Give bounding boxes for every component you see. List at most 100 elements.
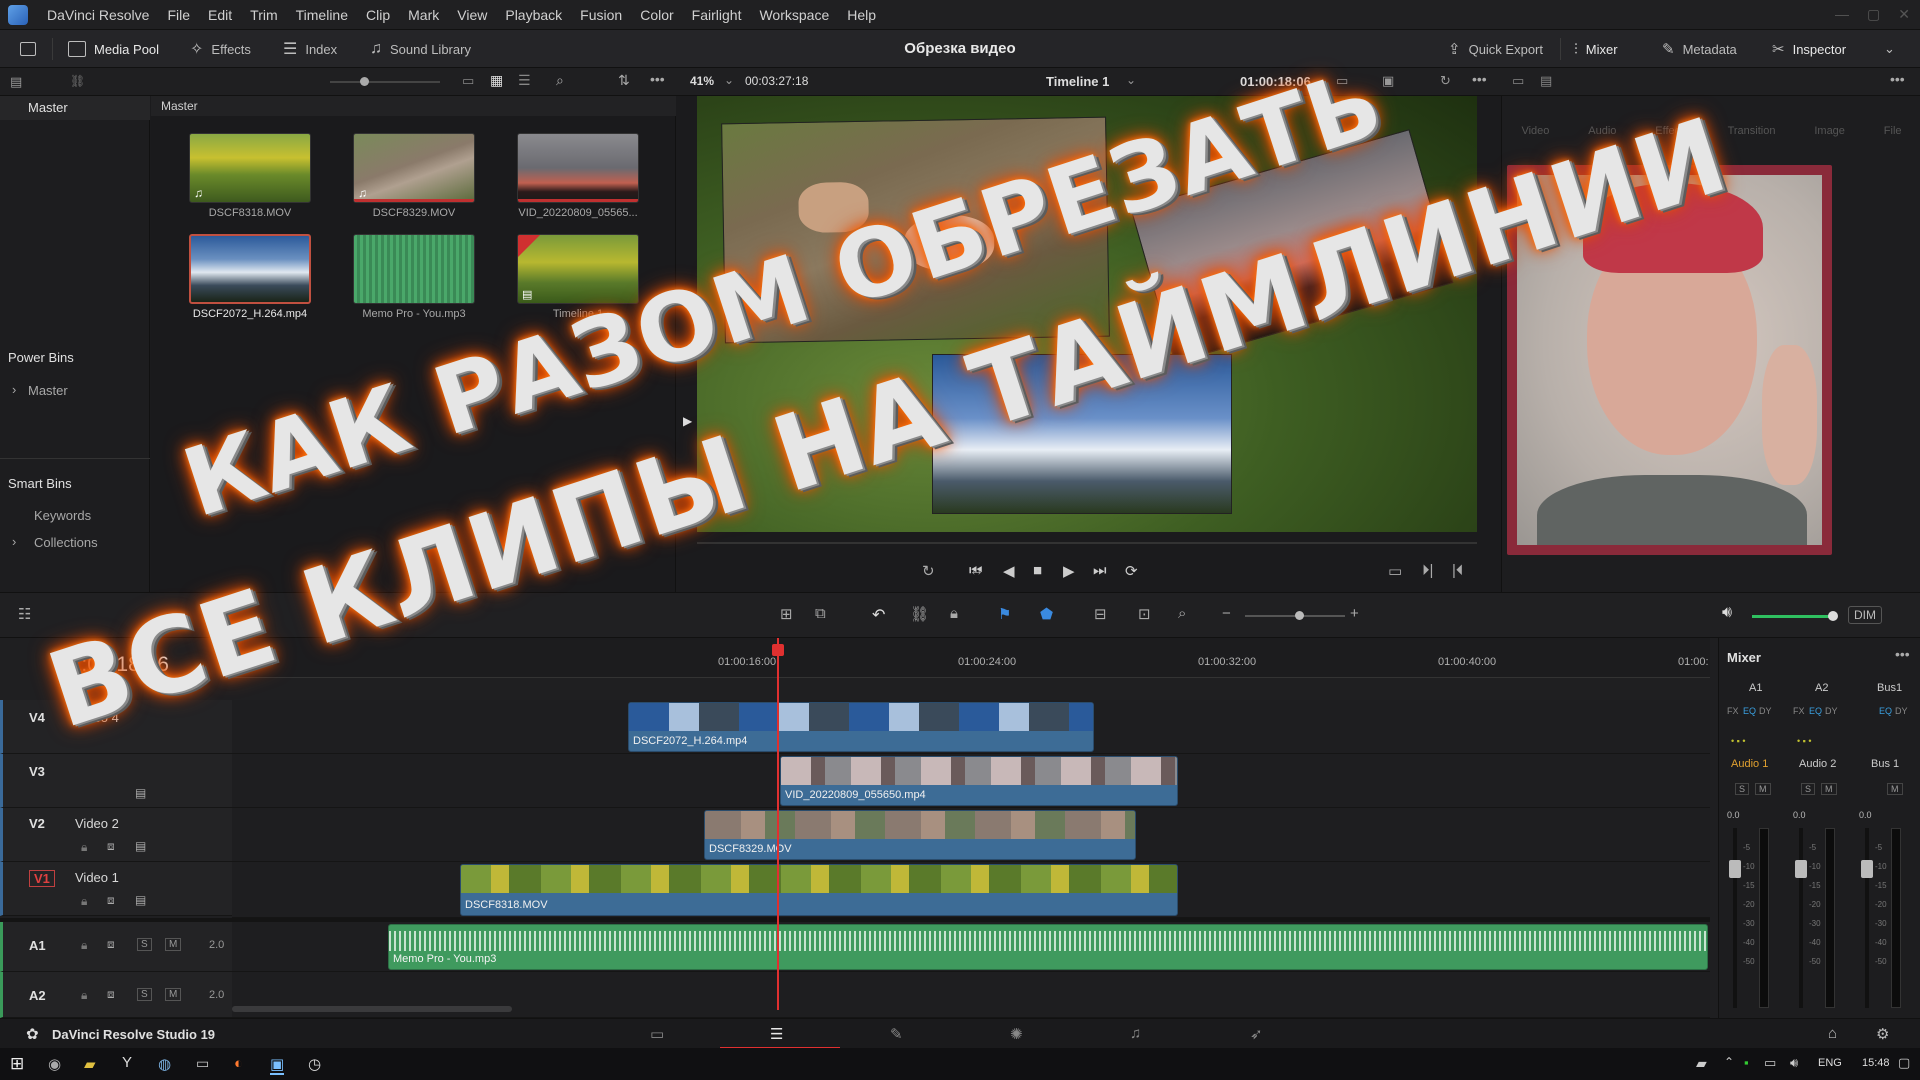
media-clip-selected[interactable]: DSCF2072_H.264.mp4 — [189, 234, 311, 320]
mixer-button[interactable]: ⫶ Mixer — [1574, 30, 1618, 68]
pan-indicator[interactable]: • ▪ • — [1797, 736, 1812, 746]
volume-handle[interactable] — [1828, 611, 1838, 621]
media-clip[interactable]: VID_20220809_05565... — [517, 133, 639, 219]
lock-track-icon[interactable]: 🔒︎ — [81, 988, 87, 1003]
tab-video[interactable]: Video — [1521, 125, 1549, 137]
menu-edit[interactable]: Edit — [199, 7, 241, 23]
workspace-toggle-button[interactable] — [20, 30, 36, 68]
fader-track[interactable] — [1733, 828, 1737, 1008]
dy-label[interactable]: DY — [1895, 706, 1908, 716]
inspector-layout-icon[interactable]: ▤ — [1540, 73, 1552, 89]
media-pool-button[interactable]: Media Pool — [68, 30, 159, 68]
timeline-selector[interactable]: Timeline 1 — [1046, 74, 1109, 89]
windows-start-icon[interactable]: ⊞ — [10, 1054, 24, 1074]
play-icon[interactable]: ▶ — [1063, 562, 1075, 580]
mute-button[interactable]: M — [165, 988, 182, 1001]
prev-edit-icon[interactable]: |⏴ — [1452, 562, 1463, 579]
master-volume-slider[interactable] — [1752, 611, 1838, 621]
zoom-custom-icon[interactable]: ⌕ — [1178, 605, 1186, 622]
thumbnail-view-icon[interactable]: ▦ — [490, 72, 503, 89]
menu-view[interactable]: View — [448, 7, 496, 23]
mixer-more-icon[interactable]: ••• — [1895, 646, 1910, 662]
bin-list-toggle-icon[interactable]: ▤ — [10, 74, 22, 90]
fx-label[interactable]: FX — [1793, 706, 1805, 716]
menu-help[interactable]: Help — [838, 7, 885, 23]
clock-app-icon[interactable]: ◷ — [308, 1055, 321, 1073]
fader-track[interactable] — [1799, 828, 1803, 1008]
timeline-options-icon[interactable]: ☷ — [18, 605, 31, 623]
slider-handle[interactable] — [360, 77, 369, 86]
snapping-icon[interactable]: ↶ — [872, 605, 885, 625]
tab-image[interactable]: Image — [1814, 125, 1845, 137]
film-icon[interactable]: ▤ — [135, 786, 146, 800]
inspector-button[interactable]: ✂ Inspector — [1772, 30, 1846, 68]
metadata-view-icon[interactable]: ▭ — [462, 73, 474, 89]
link-icon[interactable]: ⛓ — [70, 74, 85, 88]
match-frame-icon[interactable]: ▭ — [1388, 562, 1402, 580]
sound-library-button[interactable]: ♫ Sound Library — [370, 30, 471, 68]
fader-track[interactable] — [1865, 828, 1869, 1008]
dim-button[interactable]: DIM — [1848, 606, 1882, 624]
page-fairlight-icon[interactable]: ♫ — [1130, 1025, 1141, 1042]
collapse-panel-button[interactable]: ⌄ — [1884, 30, 1895, 68]
firefox-icon[interactable]: ◐ — [234, 1055, 243, 1072]
home-icon[interactable]: ⌂ — [1828, 1025, 1837, 1042]
fader-handle[interactable] — [1861, 860, 1873, 878]
go-to-start-icon[interactable]: ⏮ — [969, 562, 983, 579]
track-id-dest[interactable]: V1 — [29, 870, 55, 887]
solo-button[interactable]: S — [137, 988, 152, 1001]
more-options-icon[interactable]: ••• — [650, 71, 665, 87]
minimize-icon[interactable]: — — [1835, 6, 1849, 23]
link-clips-icon[interactable]: ⛓ — [910, 605, 929, 623]
menu-color[interactable]: Color — [631, 7, 682, 23]
menu-workspace[interactable]: Workspace — [750, 7, 838, 23]
zoom-slider-handle[interactable] — [1295, 611, 1304, 620]
menu-clip[interactable]: Clip — [357, 7, 399, 23]
fx-label[interactable]: FX — [1727, 706, 1739, 716]
marker-icon[interactable]: ⬟ — [1040, 605, 1053, 623]
menu-fairlight[interactable]: Fairlight — [683, 7, 751, 23]
viewer-more-icon[interactable]: ••• — [1472, 71, 1487, 87]
loop-playback-icon[interactable]: ⟳ — [1125, 562, 1138, 580]
auto-select-icon[interactable]: ⧈ — [107, 987, 115, 1002]
page-media-icon[interactable]: ▭ — [650, 1025, 664, 1043]
stop-icon[interactable]: ■ — [1033, 562, 1042, 579]
system-clock[interactable]: 15:48 — [1862, 1057, 1890, 1069]
maximize-icon[interactable]: ▢ — [1867, 6, 1880, 23]
list-view-icon[interactable]: ☰ — [518, 72, 531, 89]
page-fusion-icon[interactable]: ✎ — [890, 1025, 903, 1043]
film-icon[interactable]: ▤ — [135, 893, 146, 907]
davinci-taskbar-icon[interactable]: ▣ — [270, 1055, 285, 1075]
viewer-zoom[interactable]: 41% — [690, 74, 714, 88]
media-clip[interactable]: ♫ DSCF8329.MOV — [353, 133, 475, 219]
fader-handle[interactable] — [1729, 860, 1741, 878]
tab-transition[interactable]: Transition — [1728, 125, 1776, 137]
zoom-out-icon[interactable]: − — [1222, 605, 1231, 622]
terminal-icon[interactable]: ▭ — [196, 1055, 209, 1072]
track-name[interactable]: Video 2 — [75, 816, 119, 831]
flag-icon[interactable]: ⚑ — [998, 605, 1011, 623]
mute-button[interactable]: M — [165, 938, 182, 951]
lock-track-icon[interactable]: 🔒︎ — [81, 894, 87, 909]
film-icon[interactable]: ▤ — [135, 839, 146, 853]
menu-timeline[interactable]: Timeline — [287, 7, 357, 23]
speaker-icon[interactable]: 🔊︎ — [1722, 604, 1732, 622]
lock-icon[interactable]: 🔒︎ — [950, 605, 958, 622]
smart-bin-collections[interactable]: Collections — [34, 535, 98, 550]
viewer-scrubber[interactable] — [697, 542, 1477, 544]
zoom-in-icon[interactable]: + — [1350, 605, 1359, 622]
smart-bin-keywords[interactable]: Keywords — [34, 508, 91, 523]
next-edit-icon[interactable]: ⏵| — [1422, 562, 1433, 579]
metadata-button[interactable]: ✎ Metadata — [1662, 30, 1737, 68]
play-reverse-icon[interactable]: ◀ — [1003, 562, 1015, 580]
page-edit-tab[interactable]: ☰ — [720, 1019, 840, 1049]
menu-playback[interactable]: Playback — [496, 7, 571, 23]
inspector-more-icon[interactable]: ••• — [1890, 71, 1905, 87]
track-header-v3[interactable]: V3 ▤ — [0, 754, 232, 808]
menu-trim[interactable]: Trim — [241, 7, 286, 23]
overwrite-icon[interactable]: ⧉ — [815, 605, 826, 622]
timeline-clip-a1[interactable]: Memo Pro - You.mp3 — [388, 924, 1708, 970]
lock-track-icon[interactable]: 🔒︎ — [81, 938, 87, 953]
solo-button[interactable]: S — [1735, 783, 1750, 795]
notifications-icon[interactable]: ▢ — [1898, 1055, 1910, 1071]
